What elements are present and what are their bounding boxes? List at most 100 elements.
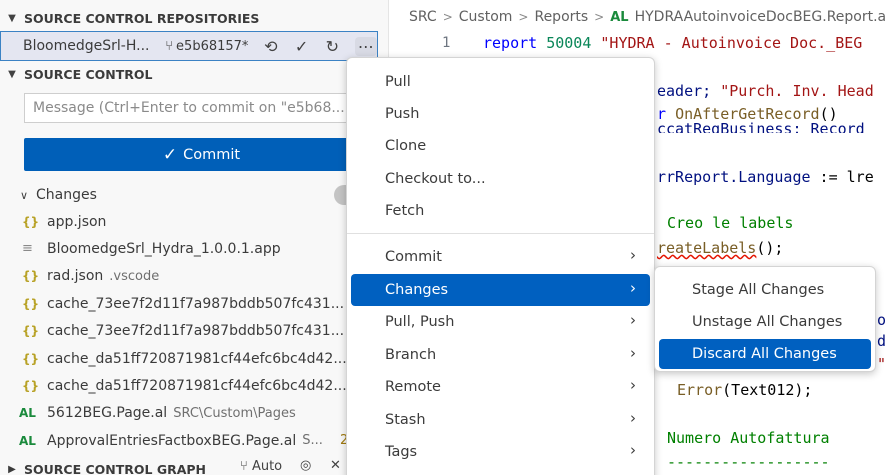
code-line: Error(Text012); [677, 381, 813, 399]
file-name: cache_da51ff720871981cf44efc6bc4d42... [47, 377, 347, 394]
source-control-sidebar: ▼ SOURCE CONTROL REPOSITORIES BloomedgeS… [0, 0, 388, 475]
graph-auto-toggle[interactable]: ⑂ Auto [240, 459, 282, 474]
menu-item-clone[interactable]: Clone [351, 130, 650, 162]
code-line: report 50004 "HYDRA - Autoinvoice Doc._B… [483, 34, 863, 52]
menu-item-commit[interactable]: Commit › [351, 241, 650, 273]
menu-item-label: Fetch [385, 203, 425, 219]
menu-item-stash[interactable]: Stash › [351, 404, 650, 436]
commit-button[interactable]: ✓ Commit [24, 138, 379, 171]
file-name: cache_73ee7f2d11f7a987bddb507fc431... [47, 323, 345, 340]
commit-message-input[interactable] [24, 93, 379, 123]
close-icon[interactable]: ✕ [330, 458, 341, 473]
code-line: o [877, 311, 887, 329]
file-name: cache_da51ff720871981cf44efc6bc4d42... [47, 350, 347, 367]
chevron-right-icon: › [630, 279, 636, 297]
repository-row[interactable]: BloomedgeSrl-H... ⑂ e5b68157* ⟲ ✓ ↻ ⋯ [0, 31, 378, 61]
menu-item-label: Branch [385, 347, 437, 363]
al-file-icon: AL [19, 406, 36, 421]
file-folder: S... [302, 433, 323, 449]
menu-item-pull-push[interactable]: Pull, Push › [351, 306, 650, 338]
code-line: " [877, 355, 887, 373]
chevron-down-icon: ∨ [19, 188, 28, 202]
chevron-right-icon: › [630, 376, 636, 394]
graph-title: SOURCE CONTROL GRAPH [24, 461, 207, 475]
graph-section-header[interactable]: ▶ SOURCE CONTROL GRAPH ⑂ Auto ◎ ✕ [0, 457, 388, 475]
chevron-down-icon: ▼ [8, 12, 16, 24]
changed-file-item[interactable]: {} cache_73ee7f2d11f7a987bddb507fc431... [0, 290, 388, 317]
al-file-icon: AL [19, 433, 36, 448]
menu-item-changes[interactable]: Changes › [351, 274, 650, 306]
chevron-right-icon: > [442, 10, 453, 24]
menu-item-label: Pull, Push [385, 314, 455, 330]
file-folder: .vscode [109, 268, 160, 284]
sync-icon[interactable]: ⟲ [262, 37, 279, 56]
changed-file-item[interactable]: {} cache_da51ff720871981cf44efc6bc4d42... [0, 345, 388, 372]
menu-item-branch[interactable]: Branch › [351, 339, 650, 371]
file-name: app.json [47, 213, 107, 230]
chevron-right-icon: › [630, 311, 636, 329]
changes-label: Changes [36, 187, 97, 203]
target-icon[interactable]: ◎ [300, 458, 311, 473]
code-line: rrReport.Language := lre [657, 168, 874, 186]
breadcrumb-item[interactable]: SRC [409, 9, 437, 25]
al-file-icon: AL [610, 9, 629, 25]
chevron-down-icon: ▼ [8, 68, 16, 80]
menu-item-label: Changes [385, 282, 449, 298]
code-comment: Numero Autofattura [667, 429, 830, 447]
breadcrumb-item[interactable]: Reports [534, 9, 588, 25]
code-line: reateLabels(); [657, 239, 784, 257]
breadcrumb-file[interactable]: HYDRAAutoinvoiceDocBEG.Report.a [635, 9, 887, 25]
context-menu: Pull Push Clone Checkout to... Fetch Commit › C… [346, 57, 655, 475]
menu-item-push[interactable]: Push [351, 98, 650, 130]
file-name: rad.json [47, 268, 104, 285]
changed-file-item[interactable]: AL ApprovalEntriesFactboxBEG.Page.al S... 2 [0, 427, 388, 454]
source-control-section-header[interactable]: ▼ SOURCE CONTROL [0, 62, 388, 86]
graph-auto-label: Auto [251, 459, 283, 474]
file-name: ApprovalEntriesFactboxBEG.Page.al [47, 432, 297, 449]
check-icon: ✓ [162, 144, 178, 165]
repository-name: BloomedgeSrl-H... [23, 38, 150, 54]
json-file-icon: {} [22, 378, 40, 393]
changed-file-item[interactable]: AL 5612BEG.Page.al SRC\Custom\Pages [0, 400, 388, 427]
file-name: 5612BEG.Page.al [47, 405, 168, 422]
json-file-icon: {} [22, 214, 40, 229]
menu-item-label: Tags [385, 444, 418, 460]
menu-item-tags[interactable]: Tags › [351, 436, 650, 468]
changed-file-item[interactable]: {} cache_da51ff720871981cf44efc6bc4d42... [0, 372, 388, 399]
menu-separator [347, 233, 654, 234]
code-line: d [877, 332, 887, 350]
submenu-item-discard-all-changes[interactable]: Discard All Changes [659, 339, 871, 369]
code-comment: Creo le labels [667, 214, 794, 232]
json-file-icon: {} [22, 269, 40, 284]
menu-item-fetch[interactable]: Fetch [351, 195, 650, 227]
refresh-icon[interactable]: ↻ [324, 37, 341, 56]
changed-file-item[interactable]: {} cache_73ee7f2d11f7a987bddb507fc431... [0, 318, 388, 345]
branch-indicator[interactable]: ⑂ e5b68157* [165, 39, 248, 54]
chevron-right-icon: › [630, 344, 636, 362]
code-line: ccatRegBusiness: Record [657, 122, 865, 133]
menu-item-pull[interactable]: Pull [351, 66, 650, 98]
menu-item-label: Checkout to... [385, 171, 486, 187]
menu-item-checkout-to[interactable]: Checkout to... [351, 163, 650, 195]
submenu-item-stage-all-changes[interactable]: Stage All Changes [659, 275, 871, 305]
changed-file-item[interactable]: {} rad.json .vscode [0, 263, 388, 290]
json-file-icon: {} [22, 351, 40, 366]
chevron-right-icon: > [594, 10, 605, 24]
branch-name: e5b68157* [176, 38, 249, 54]
branch-icon: ⑂ [240, 459, 248, 474]
changed-file-item[interactable]: ≡ BloomedgeSrl_Hydra_1.0.0.1.app [0, 235, 388, 262]
more-actions-icon[interactable]: ⋯ [354, 36, 378, 56]
repositories-section-header[interactable]: ▼ SOURCE CONTROL REPOSITORIES [0, 6, 388, 30]
changed-file-item[interactable]: {} app.json [0, 208, 388, 235]
changes-group-header[interactable]: ∨ Changes [0, 183, 388, 207]
json-file-icon: {} [22, 296, 40, 311]
submenu-item-unstage-all-changes[interactable]: Unstage All Changes [659, 307, 871, 337]
changes-submenu: Stage All Changes Unstage All Changes Disc… [654, 266, 876, 372]
code-line: eader; "Purch. Inv. Head [657, 82, 874, 100]
breadcrumb-item[interactable]: Custom [459, 9, 513, 25]
commit-check-icon[interactable]: ✓ [293, 37, 310, 56]
chevron-right-icon: › [630, 409, 636, 427]
chevron-right-icon: > [518, 10, 529, 24]
menu-item-remote[interactable]: Remote › [351, 371, 650, 403]
menu-item-label: Remote [385, 379, 441, 395]
